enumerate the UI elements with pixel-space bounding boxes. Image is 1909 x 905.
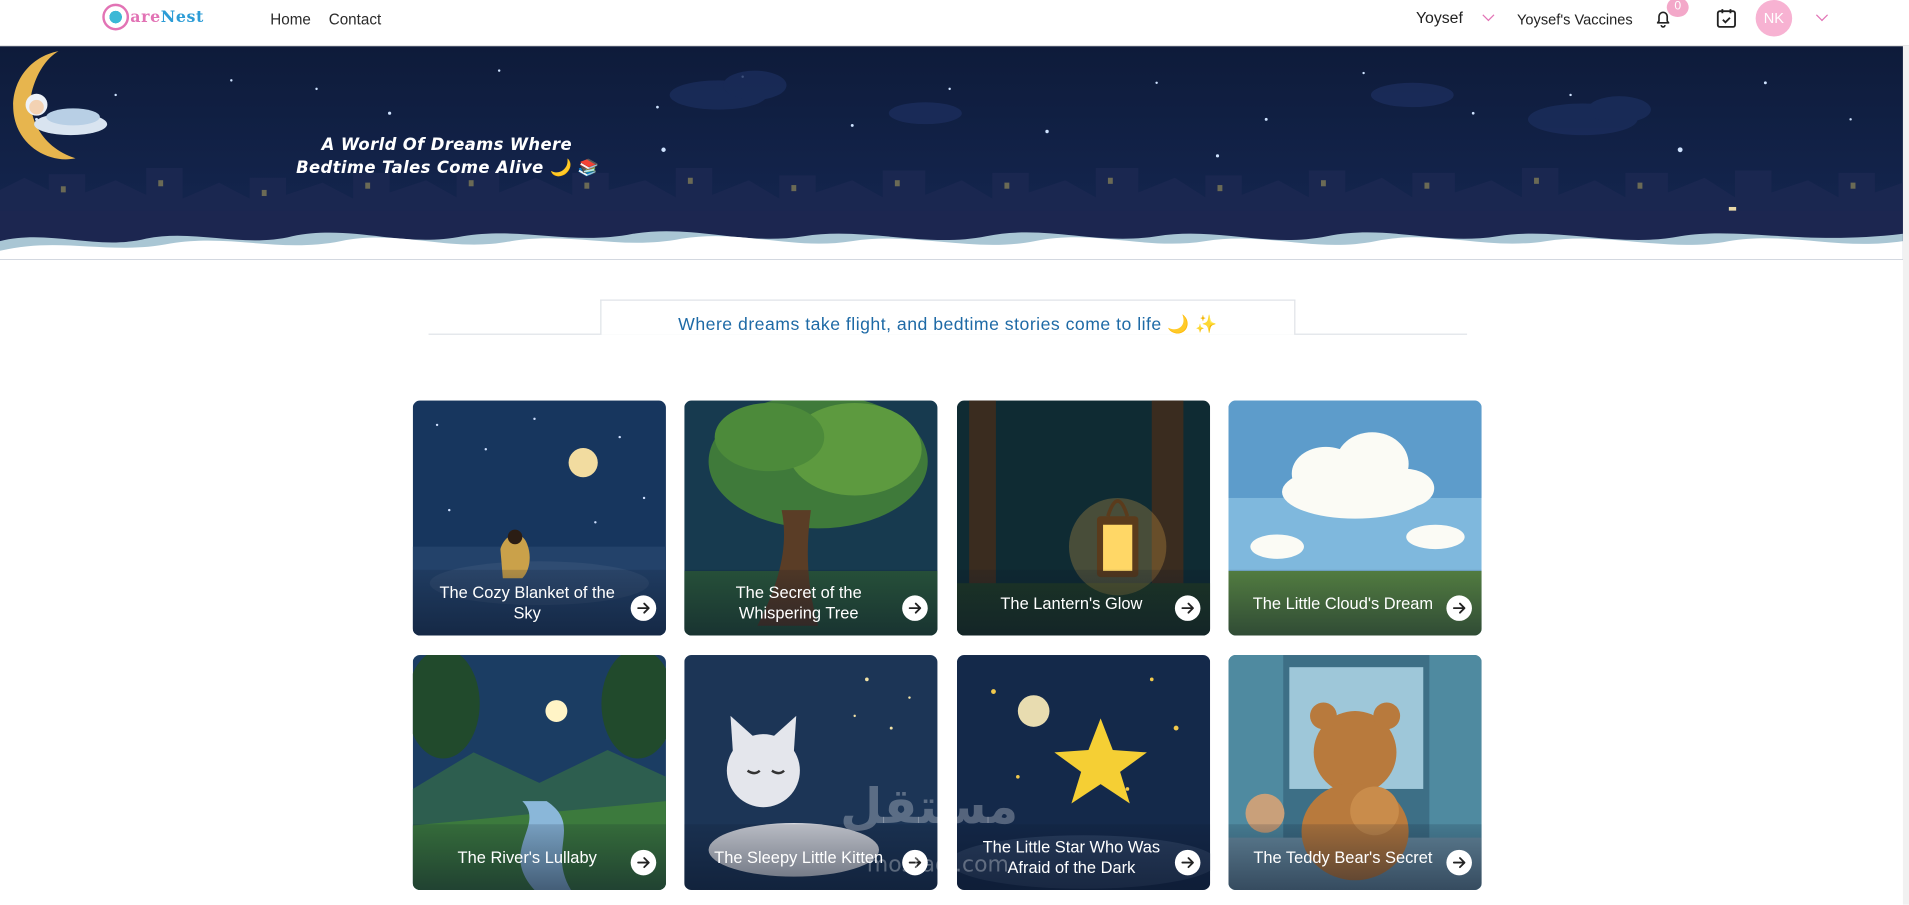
logo-text: areNest	[130, 7, 204, 27]
vaccines-link[interactable]: Yoysef's Vaccines	[1517, 11, 1633, 28]
moon-sleeping-baby-illustration	[13, 51, 108, 160]
arrow-right-icon[interactable]	[1174, 595, 1201, 621]
story-card[interactable]: The Lantern's Glow	[956, 400, 1211, 636]
story-title: The Secret of the Whispering Tree	[735, 583, 862, 623]
hero-title-line1: A World Of Dreams Where	[321, 135, 572, 155]
story-title: The Teddy Bear's Secret	[1253, 847, 1433, 867]
hero-banner: A World Of Dreams Where Bedtime Tales Co…	[0, 46, 1903, 260]
arrow-right-icon[interactable]	[1446, 595, 1472, 621]
story-card[interactable]: The Secret of the Whispering Tree	[684, 400, 938, 636]
nav-home-link[interactable]: Home	[270, 11, 311, 28]
arrow-right-icon[interactable]	[630, 849, 657, 876]
story-card[interactable]: The River's Lullaby	[412, 655, 666, 890]
scrollbar[interactable]	[1902, 46, 1909, 905]
story-title: The Little Cloud's Dream	[1252, 593, 1434, 612]
story-card[interactable]: The Teddy Bear's Secret	[1228, 655, 1482, 890]
carenest-logo[interactable]: areNest	[102, 0, 204, 34]
avatar[interactable]: NK	[1755, 0, 1793, 37]
story-title: The Lantern's Glow	[1000, 593, 1143, 612]
notification-badge: 0	[1666, 0, 1689, 18]
arrow-right-icon[interactable]	[1174, 849, 1201, 876]
calendar-check-icon[interactable]	[1714, 6, 1738, 30]
arrow-right-icon[interactable]	[902, 595, 928, 621]
arrow-right-icon[interactable]	[1446, 849, 1472, 876]
story-title: The Cozy Blanket of the Sky	[439, 583, 615, 623]
chevron-down-icon[interactable]	[1482, 9, 1495, 22]
arrow-right-icon[interactable]	[630, 595, 657, 621]
navbar: areNest Home Contact Yoysef Yoysef's Vac…	[0, 0, 1909, 47]
watermark-text: mostaql.com	[866, 852, 1009, 878]
watermark-logo: مستقل	[840, 779, 1019, 836]
child-selector[interactable]: Yoysef	[1416, 9, 1463, 27]
tagline: Where dreams take flight, and bedtime st…	[678, 315, 1218, 335]
story-card[interactable]: The Little Cloud's Dream	[1228, 400, 1482, 636]
nav-contact-link[interactable]: Contact	[329, 11, 381, 28]
story-title: The River's Lullaby	[457, 847, 597, 867]
hero-title-line2: Bedtime Tales Come Alive 🌙 📚	[296, 158, 598, 178]
story-card[interactable]: The Cozy Blanket of the Sky	[412, 400, 666, 636]
logo-icon	[102, 3, 130, 31]
night-sky-illustration	[0, 69, 1903, 260]
hero-title: A World Of Dreams Where Bedtime Tales Co…	[289, 134, 606, 180]
chevron-down-icon[interactable]	[1815, 9, 1829, 22]
